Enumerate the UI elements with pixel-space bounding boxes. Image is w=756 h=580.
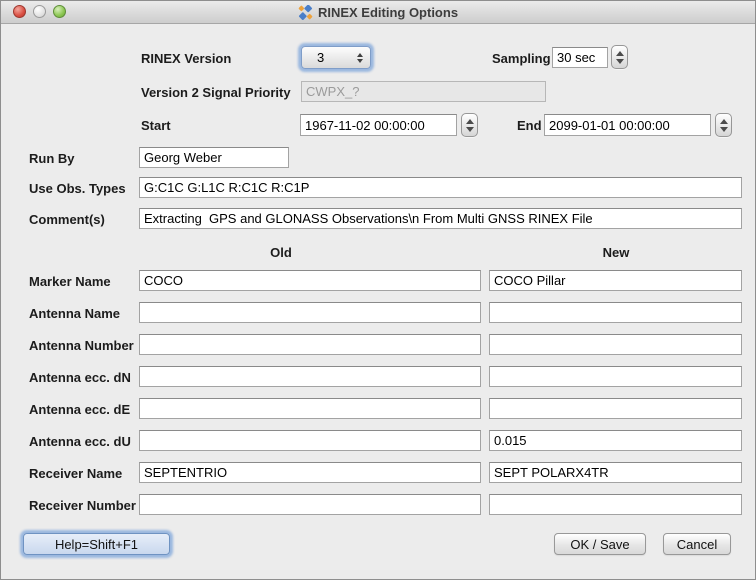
sampling-stepper[interactable] [611,45,628,69]
run-by-input[interactable] [139,147,289,168]
receiver-name-old-input[interactable] [139,462,481,483]
title-bar[interactable]: RINEX Editing Options [1,1,755,24]
antenna-ecc-du-label: Antenna ecc. dU [29,434,131,449]
sampling-label: Sampling [492,51,551,66]
zoom-button[interactable] [53,5,66,18]
minimize-button[interactable] [33,5,46,18]
comments-label: Comment(s) [29,212,105,227]
receiver-number-new-input[interactable] [489,494,742,515]
sampling-input[interactable] [552,47,608,68]
stepper-down-icon [720,127,728,132]
antenna-ecc-du-new-input[interactable] [489,430,742,451]
run-by-label: Run By [29,151,75,166]
stepper-down-icon [466,127,474,132]
app-icon [298,5,313,20]
antenna-number-label: Antenna Number [29,338,134,353]
marker-name-label: Marker Name [29,274,111,289]
signal-priority-label: Version 2 Signal Priority [141,85,291,100]
window-title: RINEX Editing Options [318,5,458,20]
new-column-header: New [576,245,656,260]
close-button[interactable] [13,5,26,18]
help-button[interactable]: Help=Shift+F1 [23,533,170,555]
receiver-number-label: Receiver Number [29,498,136,513]
marker-name-new-input[interactable] [489,270,742,291]
comments-input[interactable] [139,208,742,229]
end-datetime-input[interactable] [544,114,711,136]
rinex-version-select[interactable]: 3 [301,46,371,69]
old-column-header: Old [241,245,321,260]
rinex-version-value: 3 [302,50,324,65]
receiver-number-old-input[interactable] [139,494,481,515]
ok-save-button[interactable]: OK / Save [554,533,646,555]
stepper-up-icon [466,119,474,124]
antenna-ecc-du-old-input[interactable] [139,430,481,451]
marker-name-old-input[interactable] [139,270,481,291]
antenna-name-old-input[interactable] [139,302,481,323]
end-label: End [517,118,542,133]
obs-types-input[interactable] [139,177,742,198]
start-stepper[interactable] [461,113,478,137]
antenna-ecc-de-label: Antenna ecc. dE [29,402,130,417]
rinex-version-label: RINEX Version [141,51,231,66]
stepper-up-icon [616,51,624,56]
antenna-name-new-input[interactable] [489,302,742,323]
start-label: Start [141,118,171,133]
obs-types-label: Use Obs. Types [29,181,126,196]
spinner-arrows-icon [357,53,370,63]
end-stepper[interactable] [715,113,732,137]
antenna-ecc-dn-label: Antenna ecc. dN [29,370,131,385]
receiver-name-new-input[interactable] [489,462,742,483]
cancel-button[interactable]: Cancel [663,533,731,555]
antenna-number-old-input[interactable] [139,334,481,355]
start-datetime-input[interactable] [300,114,457,136]
signal-priority-input [301,81,546,102]
stepper-down-icon [616,59,624,64]
antenna-ecc-de-new-input[interactable] [489,398,742,419]
antenna-ecc-dn-new-input[interactable] [489,366,742,387]
antenna-number-new-input[interactable] [489,334,742,355]
antenna-ecc-dn-old-input[interactable] [139,366,481,387]
antenna-name-label: Antenna Name [29,306,120,321]
antenna-ecc-de-old-input[interactable] [139,398,481,419]
receiver-name-label: Receiver Name [29,466,122,481]
stepper-up-icon [720,119,728,124]
rinex-editing-options-dialog: RINEX Editing Options RINEX Version 3 Sa… [0,0,756,580]
